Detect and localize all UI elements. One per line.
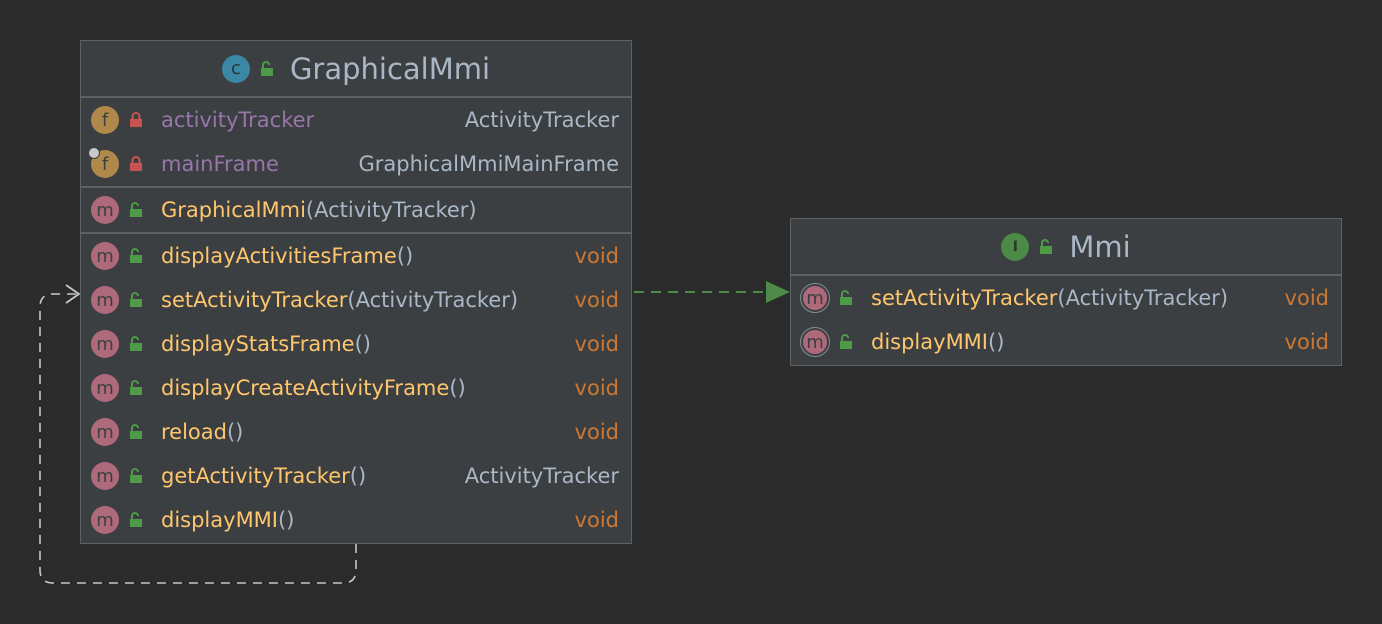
constructor-row[interactable]: m GraphicalMmi (ActivityTracker) — [81, 188, 631, 232]
method-row[interactable]: m reload () void — [81, 410, 631, 454]
public-visibility-icon — [130, 512, 142, 527]
interface-icon: I — [1001, 232, 1030, 261]
public-visibility-icon — [840, 290, 852, 305]
public-visibility-icon — [130, 468, 142, 483]
method-params: () — [278, 508, 295, 532]
method-return-type: void — [574, 376, 619, 400]
method-icon: m — [91, 330, 119, 358]
method-icon: m — [91, 418, 119, 446]
class-icon: c — [221, 54, 250, 83]
methods-section: m displayActivitiesFrame () void m setAc… — [81, 234, 631, 542]
public-visibility-icon — [130, 336, 142, 351]
public-visibility-icon — [840, 334, 852, 349]
method-name: displayMMI — [871, 330, 988, 354]
method-name: displayMMI — [161, 508, 278, 532]
mmi-header: I Mmi — [791, 219, 1341, 276]
method-params: (ActivityTracker) — [347, 288, 519, 312]
methods-section: m setActivityTracker (ActivityTracker) v… — [791, 276, 1341, 364]
realization-arrowhead — [766, 281, 790, 303]
method-name: displayCreateActivityFrame — [161, 376, 450, 400]
field-name: activityTracker — [161, 108, 315, 132]
method-row[interactable]: m displayMMI () void — [791, 320, 1341, 364]
field-type: ActivityTracker — [464, 108, 619, 132]
method-params: () — [226, 420, 244, 444]
method-return-type: void — [574, 420, 619, 444]
method-return-type: void — [574, 508, 619, 532]
method-params: () — [354, 332, 371, 356]
public-visibility-icon — [130, 424, 142, 439]
field-row[interactable]: f mainFrame GraphicalMmiMainFrame — [81, 142, 631, 186]
field-row[interactable]: f activityTracker ActivityTracker — [81, 98, 631, 142]
method-row[interactable]: m setActivityTracker (ActivityTracker) v… — [81, 278, 631, 322]
method-name: reload — [161, 420, 227, 444]
method-icon: m — [91, 506, 119, 534]
mmi-interface-node[interactable]: I Mmi m setActivityTracker (ActivityTrac… — [790, 218, 1342, 366]
public-visibility-icon — [260, 60, 273, 76]
method-params: (ActivityTracker) — [1057, 286, 1229, 310]
constructors-section: m GraphicalMmi (ActivityTracker) — [81, 188, 631, 234]
method-params: () — [449, 376, 466, 400]
method-row[interactable]: m setActivityTracker (ActivityTracker) v… — [791, 276, 1341, 320]
graphicalmmi-class-node[interactable]: c GraphicalMmi f activityTracker Activit… — [80, 40, 632, 544]
abstract-method-icon: m — [800, 327, 830, 357]
constructor-name: GraphicalMmi — [161, 198, 306, 222]
constructor-params: (ActivityTracker) — [305, 198, 477, 222]
graphicalmmi-header: c GraphicalMmi — [81, 41, 631, 98]
field-icon: f — [91, 106, 119, 134]
method-return-type: void — [1284, 286, 1329, 310]
method-return-type: void — [1284, 330, 1329, 354]
public-visibility-icon — [130, 292, 142, 307]
field-type: GraphicalMmiMainFrame — [358, 152, 619, 176]
interface-name: Mmi — [1069, 229, 1131, 264]
method-name: setActivityTracker — [871, 286, 1058, 310]
public-visibility-icon — [130, 202, 142, 217]
method-row[interactable]: m displayActivitiesFrame () void — [81, 234, 631, 278]
method-name: getActivityTracker — [161, 464, 350, 488]
method-row[interactable]: m displayCreateActivityFrame () void — [81, 366, 631, 410]
final-marker-icon — [88, 147, 100, 159]
field-icon: f — [88, 147, 119, 178]
method-return-type: void — [574, 244, 619, 268]
private-visibility-icon — [130, 156, 142, 171]
method-name: displayStatsFrame — [161, 332, 355, 356]
method-return-type: void — [574, 332, 619, 356]
method-icon: m — [91, 242, 119, 270]
method-row[interactable]: m displayStatsFrame () void — [81, 322, 631, 366]
fields-section: f activityTracker ActivityTracker f main… — [81, 98, 631, 188]
public-visibility-icon — [130, 380, 142, 395]
field-name: mainFrame — [161, 152, 279, 176]
method-icon: m — [91, 374, 119, 402]
method-return-type: void — [574, 288, 619, 312]
method-row[interactable]: m displayMMI () void — [81, 498, 631, 542]
method-name: displayActivitiesFrame — [161, 244, 397, 268]
method-params: () — [396, 244, 414, 268]
public-visibility-icon — [130, 248, 142, 263]
method-row[interactable]: m getActivityTracker () ActivityTracker — [81, 454, 631, 498]
method-return-type: ActivityTracker — [464, 464, 619, 488]
method-icon: m — [91, 462, 119, 490]
abstract-method-icon: m — [800, 283, 830, 313]
public-visibility-icon — [1040, 238, 1053, 254]
method-name: setActivityTracker — [161, 288, 348, 312]
class-name: GraphicalMmi — [289, 51, 491, 86]
method-params: () — [988, 330, 1005, 354]
method-icon: m — [91, 286, 119, 314]
method-params: () — [349, 464, 367, 488]
method-icon: m — [91, 196, 119, 224]
private-visibility-icon — [130, 112, 142, 127]
